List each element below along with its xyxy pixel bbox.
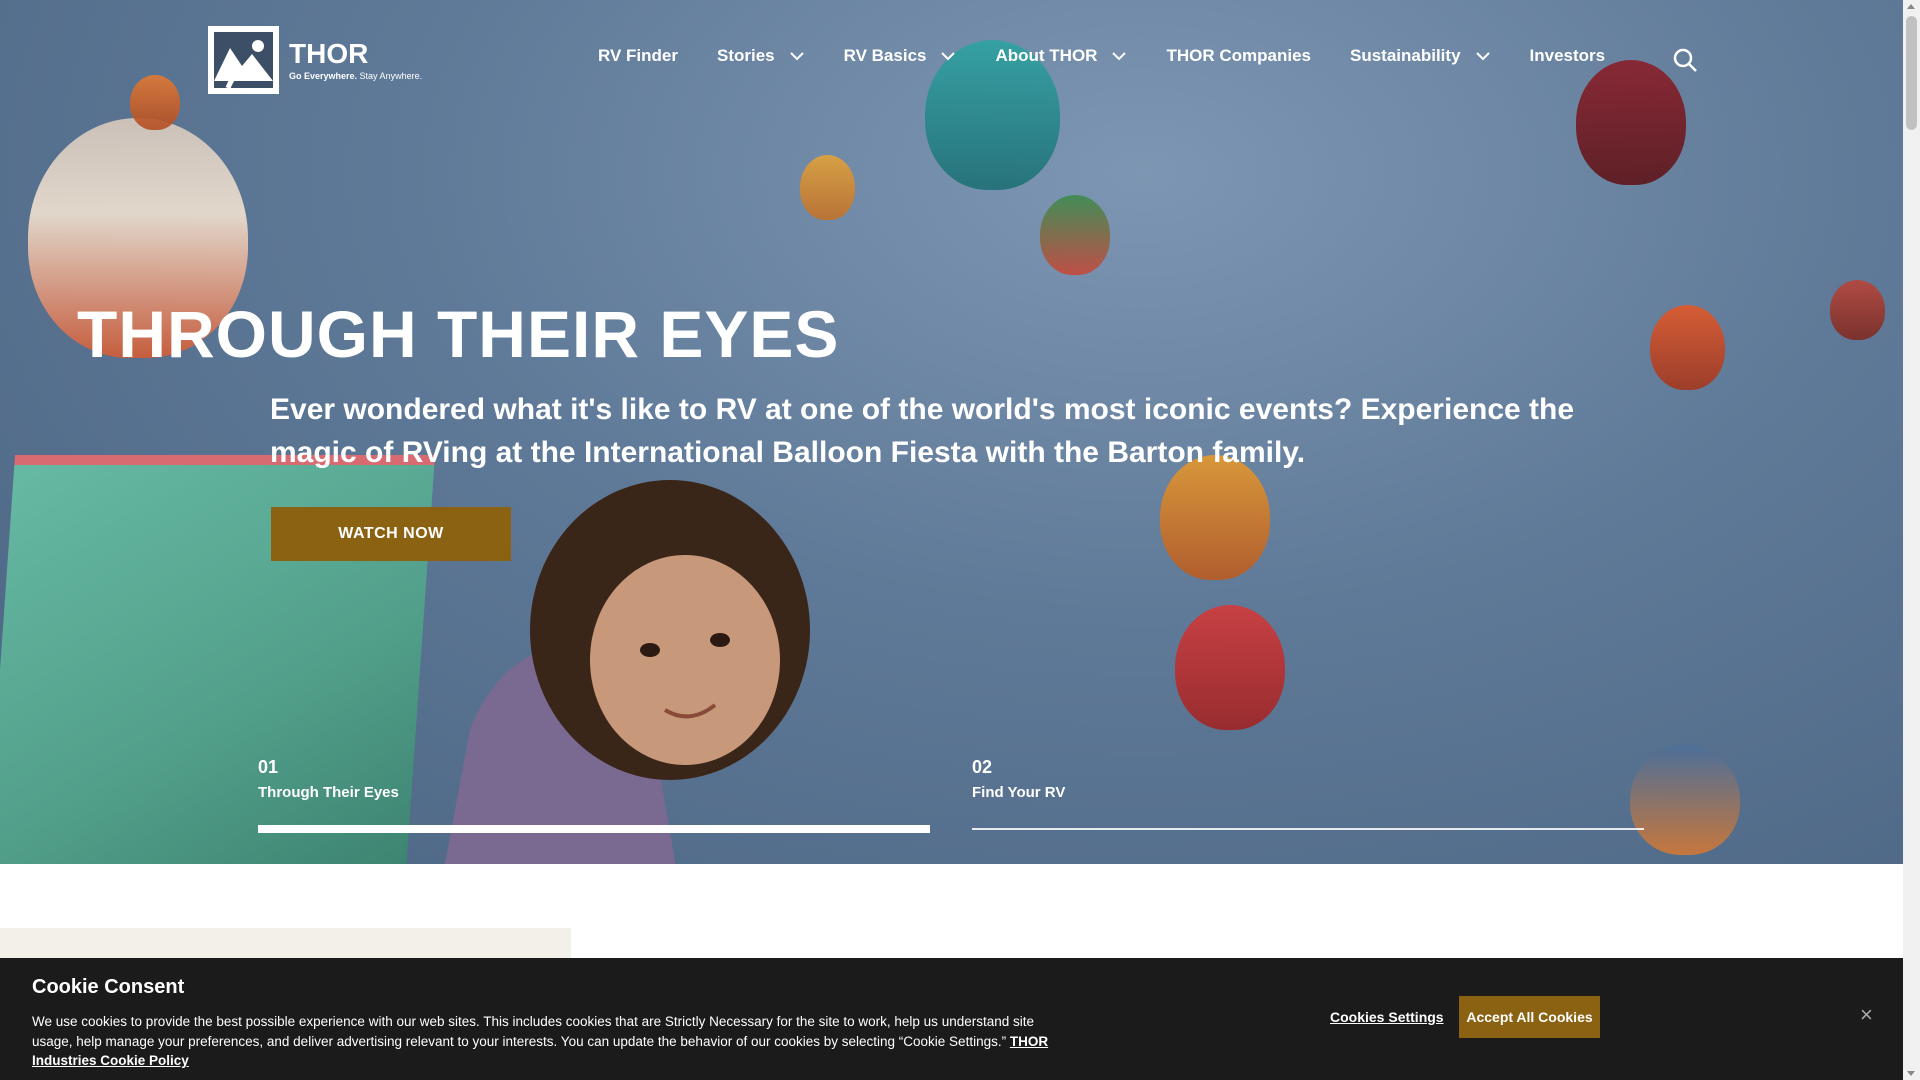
close-icon[interactable]: × [1860,1004,1878,1026]
slide-progress-bar-1 [258,825,930,833]
nav-label: Stories [716,46,775,65]
cookies-settings-button[interactable]: Cookies Settings [1324,1008,1450,1026]
hero-subtitle: Ever wondered what it's like to RV at on… [270,393,1575,469]
balloon-image [1175,605,1285,730]
main-nav: RV Finder Stories RV Basics About THOR T… [598,46,1644,66]
nav-label: THOR Companies [1166,46,1311,65]
balloon-image [1576,60,1686,185]
watch-now-button[interactable]: WATCH NOW [271,507,511,561]
nav-investors[interactable]: Investors [1530,46,1606,66]
cookie-title: Cookie Consent [32,976,185,998]
chevron-down-icon [789,52,804,61]
search-icon[interactable] [1672,47,1698,73]
slide-number: 02 [972,757,993,777]
nav-label: RV Basics [843,46,927,65]
nav-label: Investors [1529,46,1606,65]
nav-about-thor[interactable]: About THOR [995,46,1127,66]
thor-logo[interactable]: THOR Go Everywhere. Stay Anywhere. [208,26,422,94]
page-scrollbar[interactable] [1903,0,1920,1080]
slide-number: 01 [258,757,279,777]
nav-rv-basics[interactable]: RV Basics [844,46,957,66]
logo-text: THOR Go Everywhere. Stay Anywhere. [289,37,422,81]
cookie-consent-banner: Cookie Consent We use cookies to provide… [0,958,1903,1080]
logo-tagline-bold: Go Everywhere. [289,70,358,81]
nav-sustainability[interactable]: Sustainability [1350,46,1491,66]
nav-label: About THOR [995,46,1098,65]
slide-progress-bar-2 [972,828,1644,830]
thor-logo-mark-icon [208,26,279,94]
cookie-text: We use cookies to provide the best possi… [32,1012,1062,1071]
slide-tab-1[interactable]: 01 Through Their Eyes [258,757,399,801]
balloon-image [1830,280,1885,340]
hero-title: THROUGH THEIR EYES [77,297,840,371]
balloon-image [1630,745,1740,855]
slide-tab-2[interactable]: 02 Find Your RV [972,757,1065,801]
slide-label: Find Your RV [972,784,1066,801]
balloon-image [130,75,180,130]
cookie-body: We use cookies to provide the best possi… [32,1014,1034,1049]
nav-thor-companies[interactable]: THOR Companies [1166,46,1311,66]
scroll-down-arrow-icon[interactable] [1907,1071,1915,1076]
balloon-image [1650,305,1725,390]
balloon-image [1040,195,1110,275]
logo-tagline-rest: Stay Anywhere. [357,70,423,81]
chevron-down-icon [941,52,956,61]
nav-label: Sustainability [1350,46,1461,65]
logo-tagline: Go Everywhere. Stay Anywhere. [289,71,422,81]
nav-rv-finder[interactable]: RV Finder [598,46,678,66]
logo-name: THOR [289,37,369,69]
slide-label: Through Their Eyes [258,784,399,801]
chevron-down-icon [1475,52,1490,61]
chevron-down-icon [1112,52,1127,61]
accept-all-cookies-button[interactable]: Accept All Cookies [1459,996,1600,1038]
slide-progress-fill [258,825,930,833]
hero-banner: THOR Go Everywhere. Stay Anywhere. RV Fi… [0,0,1903,864]
scrollbar-thumb[interactable] [1906,16,1917,130]
balloon-image [800,155,855,220]
nav-stories[interactable]: Stories [717,46,805,66]
nav-label: RV Finder [598,46,678,65]
scroll-up-arrow-icon[interactable] [1907,4,1915,9]
